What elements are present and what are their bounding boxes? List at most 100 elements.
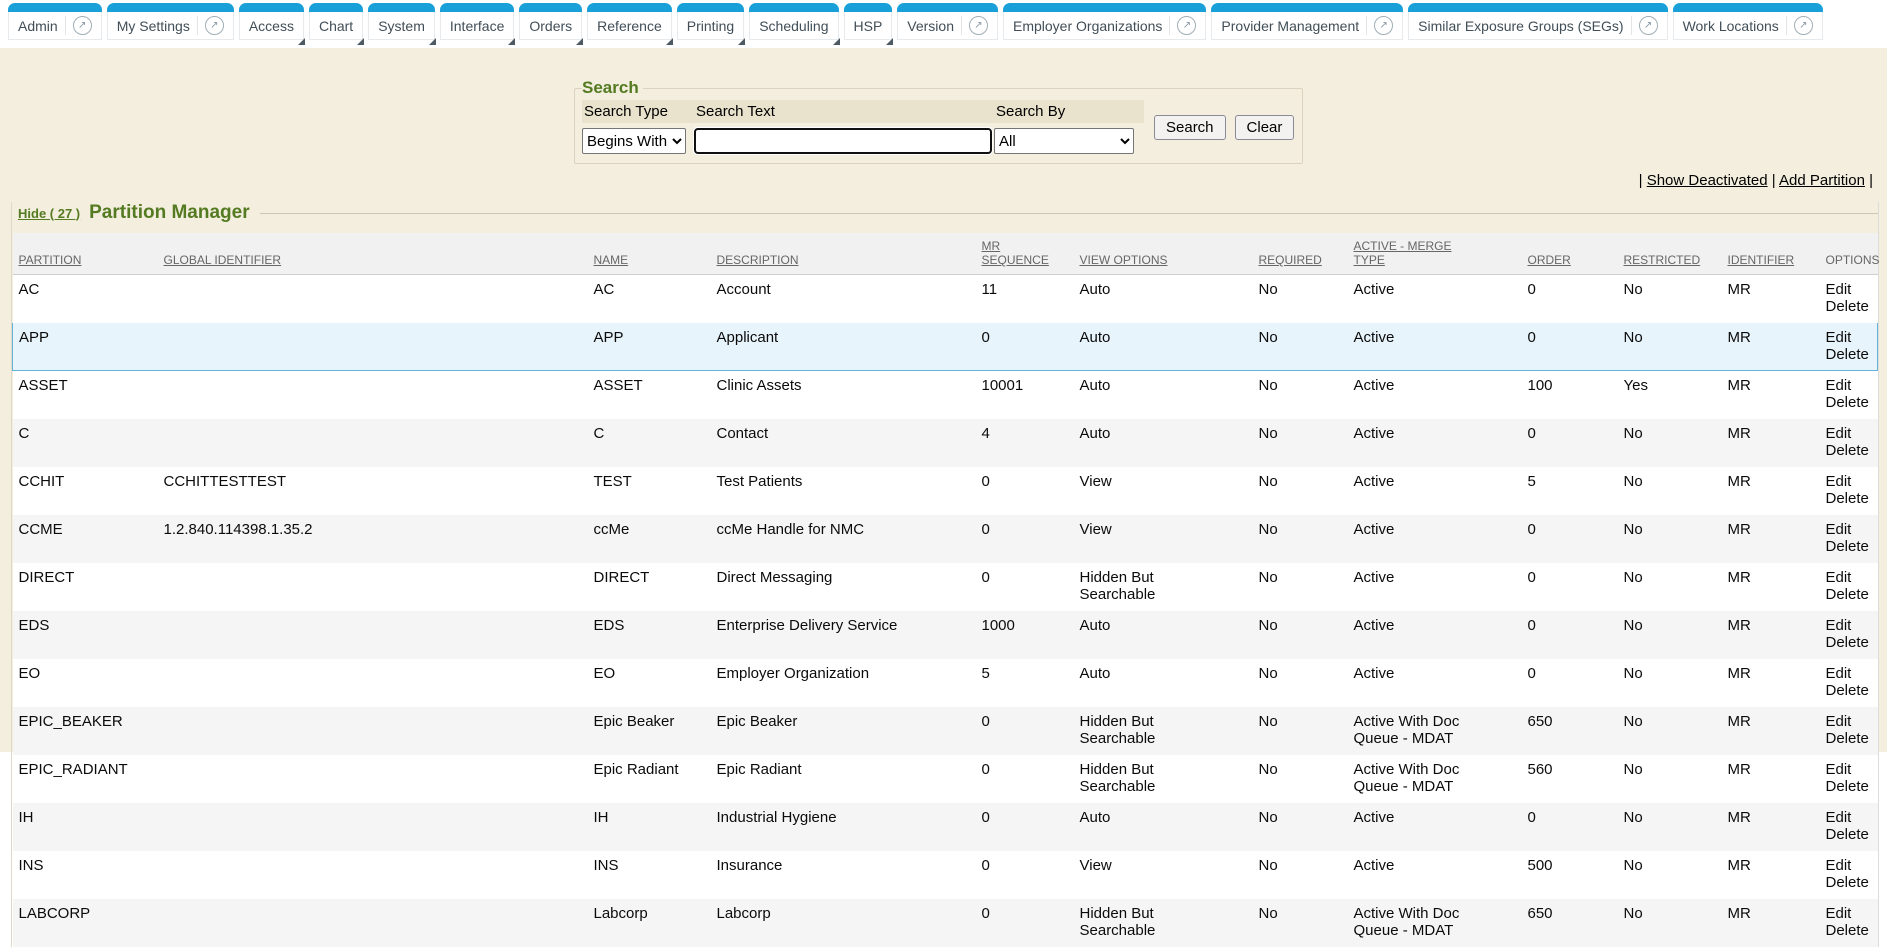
table-row-eds[interactable]: EDSEDSEnterprise Delivery Service1000Aut…	[13, 611, 1878, 659]
edit-link[interactable]: Edit	[1826, 617, 1852, 634]
cell-restricted: No	[1624, 611, 1728, 659]
edit-link[interactable]: Edit	[1826, 425, 1852, 442]
tab-admin[interactable]: Admin↗	[8, 3, 102, 40]
add-partition-link[interactable]: Add Partition	[1779, 172, 1865, 189]
search-by-select[interactable]: All	[994, 128, 1134, 154]
edit-link[interactable]: Edit	[1826, 329, 1852, 346]
col-header-global_identifier[interactable]: GLOBAL IDENTIFIER	[164, 233, 594, 275]
col-header-order[interactable]: ORDER	[1528, 233, 1624, 275]
table-row-labcorp[interactable]: LABCORPLabcorpLabcorp0Hidden But Searcha…	[13, 899, 1878, 947]
delete-link[interactable]: Delete	[1826, 490, 1869, 507]
cell-name: APP	[594, 323, 717, 371]
table-row-epic-beaker[interactable]: EPIC_BEAKEREpic BeakerEpic Beaker0Hidden…	[13, 707, 1878, 755]
edit-link[interactable]: Edit	[1826, 809, 1852, 826]
search-type-select[interactable]: Begins With	[582, 128, 686, 154]
cell-partition: LABCORP	[13, 899, 164, 947]
col-header-required[interactable]: REQUIRED	[1259, 233, 1354, 275]
delete-link[interactable]: Delete	[1826, 826, 1869, 843]
tab-similar-exposure-groups-segs[interactable]: Similar Exposure Groups (SEGs)↗	[1408, 3, 1667, 40]
cell-mr_sequence: 5	[982, 659, 1080, 707]
search-text-input[interactable]	[694, 128, 992, 154]
edit-link[interactable]: Edit	[1826, 857, 1852, 874]
search-button[interactable]: Search	[1154, 115, 1226, 140]
cell-description: Insurance	[717, 851, 982, 899]
edit-link[interactable]: Edit	[1826, 569, 1852, 586]
submenu-corner-icon	[833, 38, 840, 45]
tab-label: Reference	[597, 18, 662, 34]
tab-employer-organizations[interactable]: Employer Organizations↗	[1003, 3, 1206, 40]
tab-orders[interactable]: Orders	[519, 3, 582, 40]
delete-link[interactable]: Delete	[1826, 298, 1869, 315]
col-header-name[interactable]: NAME	[594, 233, 717, 275]
table-row-direct[interactable]: DIRECTDIRECTDirect Messaging0Hidden But …	[13, 563, 1878, 611]
table-row-epic-radiant[interactable]: EPIC_RADIANTEpic RadiantEpic Radiant0Hid…	[13, 755, 1878, 803]
edit-link[interactable]: Edit	[1826, 665, 1852, 682]
section-title: Hide ( 27 ) Partition Manager	[12, 202, 1878, 224]
delete-link[interactable]: Delete	[1826, 874, 1869, 891]
table-row-eo[interactable]: EOEOEmployer Organization5AutoNoActive0N…	[13, 659, 1878, 707]
tab-work-locations[interactable]: Work Locations↗	[1673, 3, 1823, 40]
delete-link[interactable]: Delete	[1826, 778, 1869, 795]
tab-system[interactable]: System	[368, 3, 435, 40]
table-row-ccme[interactable]: CCME1.2.840.114398.1.35.2ccMeccMe Handle…	[13, 515, 1878, 563]
tab-reference[interactable]: Reference	[587, 3, 672, 40]
submenu-corner-icon	[508, 38, 515, 45]
cell-text: MR	[1728, 809, 1751, 826]
tab-my-settings[interactable]: My Settings↗	[107, 3, 234, 40]
tab-chart[interactable]: Chart	[309, 3, 363, 40]
edit-link[interactable]: Edit	[1826, 521, 1852, 538]
col-header-mr_sequence[interactable]: MR SEQUENCE	[982, 233, 1080, 275]
delete-link[interactable]: Delete	[1826, 442, 1869, 459]
clear-button[interactable]: Clear	[1235, 115, 1295, 140]
col-header-restricted[interactable]: RESTRICTED	[1624, 233, 1728, 275]
table-row-c[interactable]: CCContact4AutoNoActive0NoMREdit Delete	[13, 419, 1878, 467]
tab-body: Version↗	[897, 12, 998, 40]
delete-link[interactable]: Delete	[1826, 682, 1869, 699]
col-header-active_merge_type[interactable]: ACTIVE - MERGE TYPE	[1354, 233, 1528, 275]
delete-link[interactable]: Delete	[1826, 634, 1869, 651]
hide-count-link[interactable]: Hide ( 27 )	[18, 206, 80, 221]
table-row-app[interactable]: APPAPPApplicant0AutoNoActive0NoMREdit De…	[13, 323, 1878, 371]
table-row-cchit[interactable]: CCHITCCHITTESTTESTTESTTest Patients0View…	[13, 467, 1878, 515]
tab-access[interactable]: Access	[239, 3, 304, 40]
table-row-ac[interactable]: ACACAccount11AutoNoActive0NoMREdit Delet…	[13, 275, 1878, 323]
show-deactivated-link[interactable]: Show Deactivated	[1647, 172, 1768, 189]
edit-link[interactable]: Edit	[1826, 377, 1852, 394]
cell-text: 0	[982, 329, 990, 346]
tab-label: Admin	[18, 18, 58, 34]
cell-name: ASSET	[594, 371, 717, 419]
col-header-identifier[interactable]: IDENTIFIER	[1728, 233, 1826, 275]
cell-text: 0	[1528, 665, 1536, 682]
tab-accent-bar	[1408, 3, 1667, 12]
cell-description: Labcorp	[717, 899, 982, 947]
tab-scheduling[interactable]: Scheduling	[749, 3, 838, 40]
cell-description: Account	[717, 275, 982, 323]
edit-link[interactable]: Edit	[1826, 473, 1852, 490]
cell-mr_sequence: 10001	[982, 371, 1080, 419]
tab-version[interactable]: Version↗	[897, 3, 998, 40]
tab-provider-management[interactable]: Provider Management↗	[1211, 3, 1403, 40]
cell-text: MR	[1728, 329, 1751, 346]
edit-link[interactable]: Edit	[1826, 905, 1852, 922]
col-header-view_options[interactable]: VIEW OPTIONS	[1080, 233, 1259, 275]
edit-link[interactable]: Edit	[1826, 713, 1852, 730]
cell-active_merge_type: Active	[1354, 611, 1528, 659]
delete-link[interactable]: Delete	[1826, 538, 1869, 555]
edit-link[interactable]: Edit	[1826, 761, 1852, 778]
table-row-ih[interactable]: IHIHIndustrial Hygiene0AutoNoActive0NoMR…	[13, 803, 1878, 851]
delete-link[interactable]: Delete	[1826, 394, 1869, 411]
tab-printing[interactable]: Printing	[677, 3, 744, 40]
tab-interface[interactable]: Interface	[440, 3, 514, 40]
col-header-description[interactable]: DESCRIPTION	[717, 233, 982, 275]
delete-link[interactable]: Delete	[1826, 922, 1869, 939]
tab-hsp[interactable]: HSP	[844, 3, 893, 40]
table-row-ins[interactable]: INSINSInsurance0ViewNoActive500NoMREdit …	[13, 851, 1878, 899]
col-header-partition[interactable]: PARTITION	[13, 233, 164, 275]
cell-options: Edit Delete	[1826, 467, 1878, 515]
delete-link[interactable]: Delete	[1826, 730, 1869, 747]
cell-identifier: MR	[1728, 611, 1826, 659]
delete-link[interactable]: Delete	[1826, 346, 1869, 363]
table-row-asset[interactable]: ASSETASSETClinic Assets10001AutoNoActive…	[13, 371, 1878, 419]
delete-link[interactable]: Delete	[1826, 586, 1869, 603]
edit-link[interactable]: Edit	[1826, 281, 1852, 298]
